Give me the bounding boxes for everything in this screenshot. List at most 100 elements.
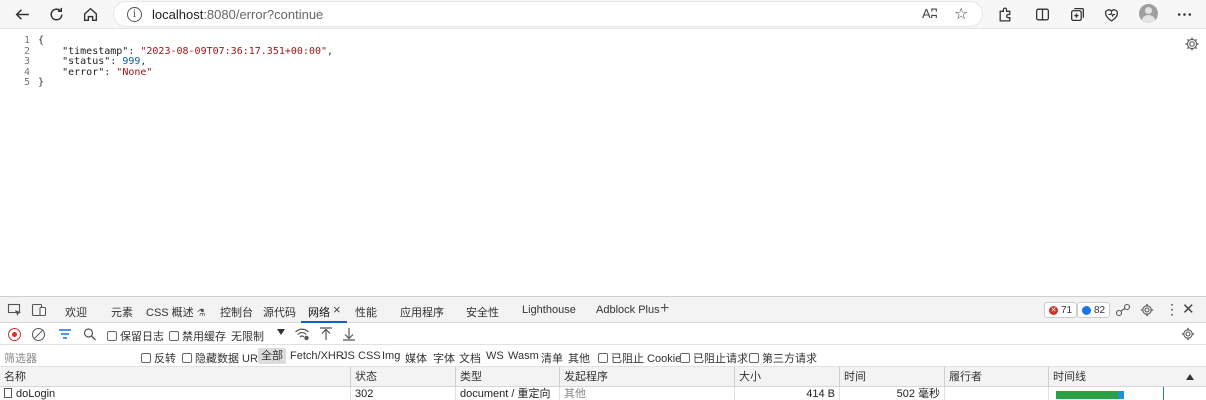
- filter-type-all[interactable]: 全部: [258, 348, 286, 364]
- back-arrow-icon[interactable]: [9, 2, 35, 26]
- filter-type-img[interactable]: Img: [382, 350, 400, 362]
- filter-input[interactable]: 筛选器: [4, 350, 37, 366]
- tab-lighthouse[interactable]: Lighthouse: [522, 304, 576, 316]
- filter-type-js[interactable]: JS: [342, 350, 355, 362]
- url-text[interactable]: localhost:8080/error?continue: [152, 7, 323, 22]
- home-icon[interactable]: [77, 2, 103, 26]
- request-name[interactable]: doLogin: [0, 387, 350, 400]
- tab-console[interactable]: 控制台: [220, 304, 253, 320]
- import-har-icon[interactable]: [318, 327, 334, 341]
- filter-type-doc[interactable]: 文档: [459, 350, 481, 366]
- invert-checkbox[interactable]: 反转: [141, 350, 176, 366]
- tab-network[interactable]: 网络: [308, 304, 330, 320]
- error-count-badge[interactable]: ✕ 71: [1044, 302, 1078, 318]
- filter-type-fetch-xhr[interactable]: Fetch/XHR: [290, 350, 344, 362]
- network-conditions-icon[interactable]: [294, 327, 310, 341]
- device-emulation-icon[interactable]: [31, 303, 47, 317]
- line-number: 3: [23, 56, 30, 67]
- filter-type-manifest[interactable]: 清单: [541, 350, 563, 366]
- clear-icon[interactable]: [32, 328, 45, 341]
- more-menu-icon[interactable]: [1171, 2, 1197, 26]
- column-status[interactable]: 状态: [350, 367, 455, 387]
- browser-essentials-icon[interactable]: [1098, 2, 1124, 26]
- error-icon: ✕: [1049, 305, 1058, 315]
- request-fulfilled-by: [944, 387, 1048, 400]
- request-type: document / 重定向: [455, 387, 559, 400]
- column-fulfilled-by[interactable]: 履行者: [944, 367, 1048, 387]
- chevron-down-icon[interactable]: [277, 329, 285, 335]
- split-screen-icon[interactable]: [1029, 2, 1055, 26]
- close-devtools-icon[interactable]: ✕: [1182, 300, 1195, 318]
- request-initiator: 其他: [559, 387, 734, 400]
- network-table-header: 名称 状态 类型 发起程序 大小 时间 履行者 时间线: [0, 367, 1206, 387]
- site-info-icon[interactable]: i: [127, 6, 142, 22]
- devtools-settings-gear-icon[interactable]: [1139, 303, 1155, 317]
- flask-icon: ⚗: [196, 308, 206, 319]
- table-row[interactable]: doLogin 302 document / 重定向 其他 414 B 502 …: [0, 387, 1206, 400]
- sort-ascending-icon[interactable]: [1186, 374, 1194, 380]
- page-content: 1 { 2 "timestamp": "2023-08-09T07:36:17.…: [0, 28, 1206, 296]
- export-har-icon[interactable]: [341, 327, 357, 341]
- document-icon: [4, 388, 12, 398]
- tab-sources[interactable]: 源代码: [263, 304, 296, 320]
- address-bar[interactable]: i localhost:8080/error?continue Aʭ ☆: [113, 1, 983, 27]
- viewer-settings-gear-icon[interactable]: [1184, 36, 1200, 52]
- filter-type-font[interactable]: 字体: [433, 350, 455, 366]
- filter-type-other[interactable]: 其他: [568, 350, 590, 366]
- filter-icon[interactable]: [57, 327, 73, 341]
- disable-cache-checkbox[interactable]: 禁用缓存: [169, 328, 226, 344]
- tab-adblock-plus[interactable]: Adblock Plus: [596, 304, 660, 316]
- search-icon[interactable]: [82, 327, 98, 341]
- column-initiator[interactable]: 发起程序: [559, 367, 734, 387]
- blocked-cookies-checkbox[interactable]: 已阻止 Cookie: [598, 350, 681, 366]
- browser-toolbar: i localhost:8080/error?continue Aʭ ☆: [0, 0, 1206, 28]
- favorite-star-icon[interactable]: ☆: [954, 4, 968, 23]
- waterfall-bar-waiting: [1056, 391, 1118, 399]
- filter-type-css[interactable]: CSS: [358, 350, 381, 362]
- read-aloud-icon[interactable]: Aʭ: [922, 6, 938, 21]
- preserve-log-checkbox[interactable]: 保留日志: [107, 328, 164, 344]
- refresh-icon[interactable]: [43, 2, 69, 26]
- tab-application[interactable]: 应用程序: [400, 304, 444, 320]
- close-tab-icon[interactable]: ×: [333, 302, 341, 317]
- column-size[interactable]: 大小: [734, 367, 839, 387]
- connect-devices-icon[interactable]: [1115, 303, 1131, 317]
- column-waterfall[interactable]: 时间线: [1048, 367, 1206, 387]
- column-type[interactable]: 类型: [455, 367, 559, 387]
- devtools-panel: 欢迎 元素 CSS 概述 ⚗ 控制台 源代码 网络 × 性能 应用程序 安全性 …: [0, 296, 1206, 400]
- filter-type-ws[interactable]: WS: [486, 350, 504, 362]
- tab-security[interactable]: 安全性: [466, 304, 499, 320]
- tab-css-overview[interactable]: CSS 概述 ⚗: [146, 304, 206, 320]
- tab-welcome[interactable]: 欢迎: [65, 304, 87, 320]
- blocked-requests-checkbox[interactable]: 已阻止请求: [680, 350, 748, 366]
- line-number: 1: [23, 35, 30, 46]
- record-icon[interactable]: [8, 328, 21, 341]
- collections-icon[interactable]: [1064, 2, 1090, 26]
- waterfall-dom-loaded-line: [1163, 387, 1164, 400]
- hide-data-urls-checkbox[interactable]: 隐藏数据 URL: [182, 350, 264, 366]
- inspect-element-icon[interactable]: [7, 303, 23, 317]
- code-line: "error": "None": [62, 66, 153, 78]
- network-settings-gear-icon[interactable]: [1180, 327, 1196, 341]
- tab-performance[interactable]: 性能: [355, 304, 377, 320]
- column-time[interactable]: 时间: [839, 367, 944, 387]
- throttling-select[interactable]: 无限制: [231, 328, 264, 344]
- network-toolbar: 保留日志 禁用缓存 无限制: [0, 323, 1206, 345]
- tab-elements[interactable]: 元素: [111, 304, 133, 320]
- third-party-checkbox[interactable]: 第三方请求: [749, 350, 817, 366]
- profile-avatar[interactable]: [1139, 4, 1158, 23]
- filter-type-wasm[interactable]: Wasm: [508, 350, 539, 362]
- request-status: 302: [350, 387, 455, 400]
- filter-type-media[interactable]: 媒体: [405, 350, 427, 366]
- request-time: 502 毫秒: [839, 387, 944, 400]
- column-name[interactable]: 名称: [0, 367, 350, 387]
- filter-bar: 筛选器 反转 隐藏数据 URL 全部 Fetch/XHR JS CSS Img …: [0, 345, 1206, 367]
- extensions-icon[interactable]: [992, 2, 1018, 26]
- code-line: {: [38, 35, 45, 46]
- add-tab-plus-icon[interactable]: +: [660, 300, 669, 318]
- code-line: }: [38, 77, 45, 88]
- request-size: 414 B: [734, 387, 839, 400]
- devtools-tab-bar: 欢迎 元素 CSS 概述 ⚗ 控制台 源代码 网络 × 性能 应用程序 安全性 …: [0, 297, 1206, 323]
- devtools-more-icon[interactable]: ⋮: [1165, 301, 1179, 318]
- message-count-badge[interactable]: 82: [1077, 302, 1111, 318]
